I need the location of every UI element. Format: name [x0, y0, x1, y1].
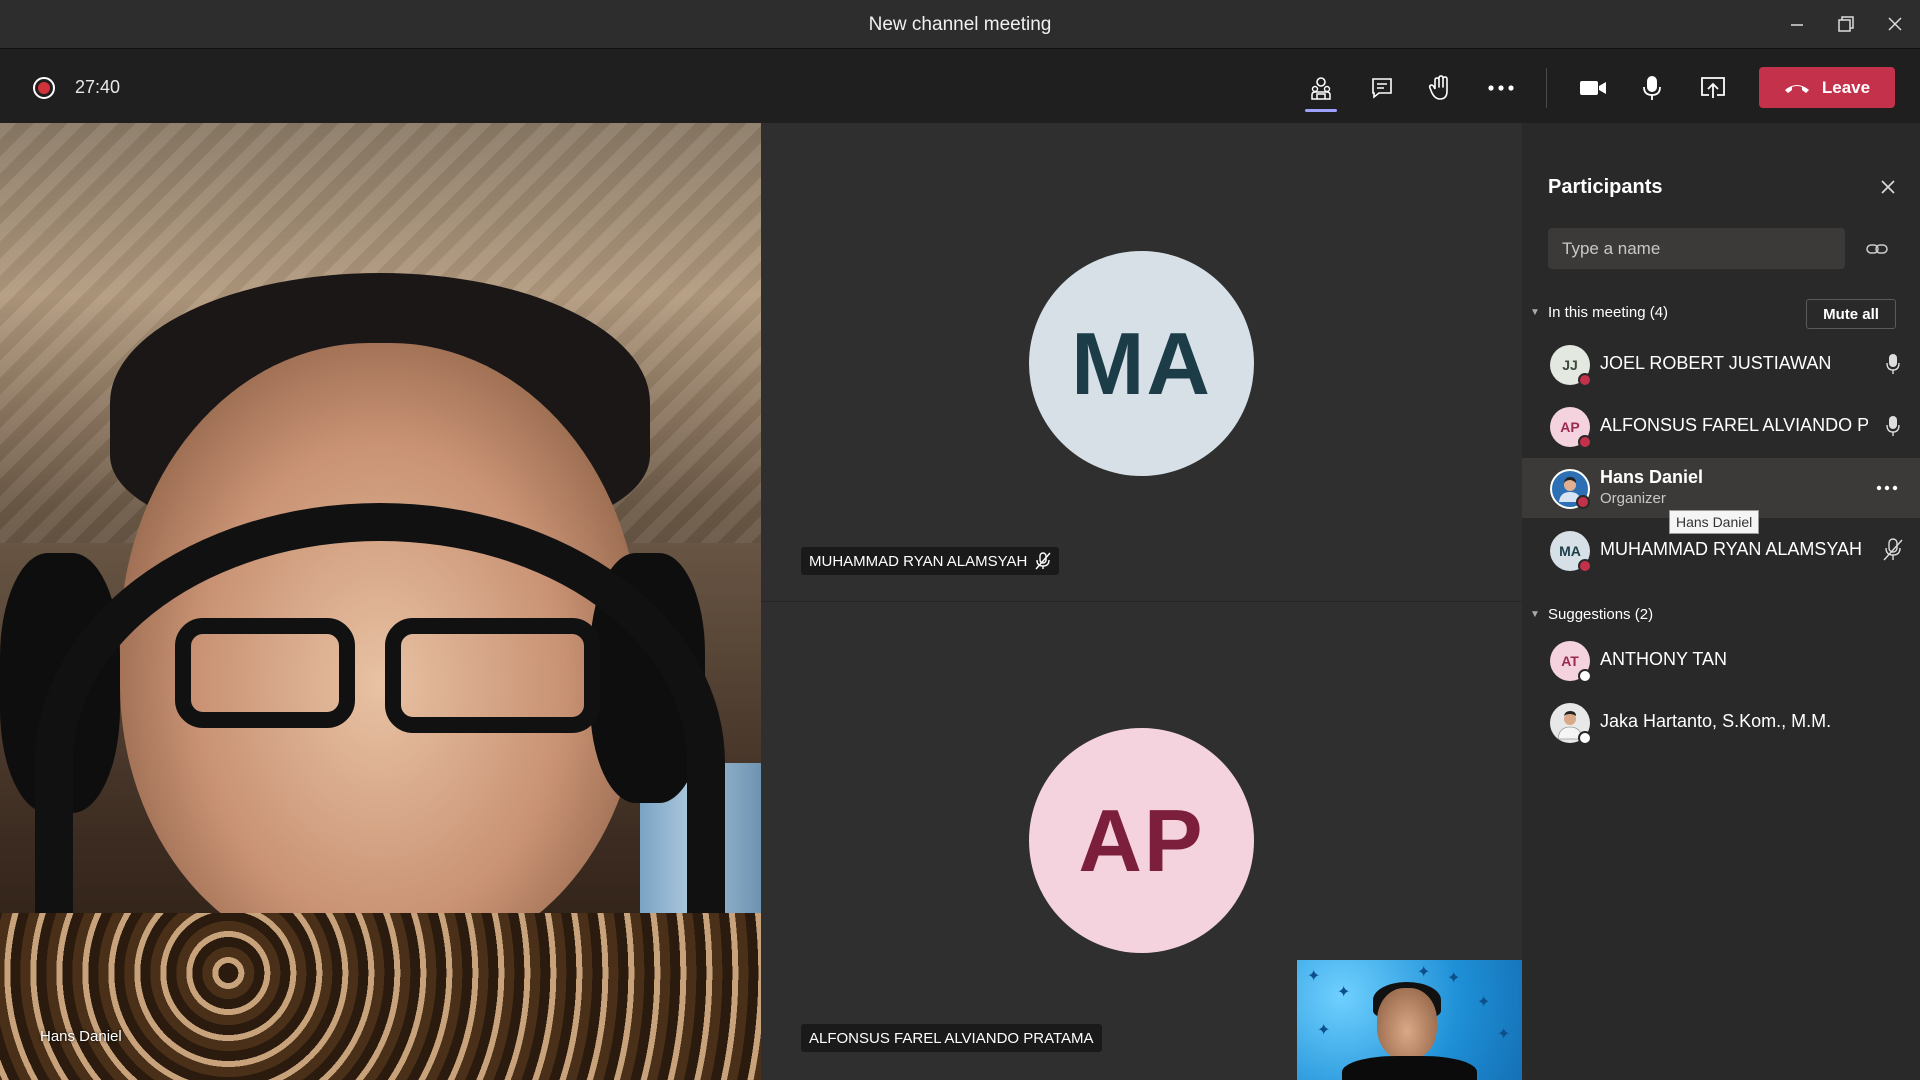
- mic-muted-icon: [1035, 552, 1051, 570]
- tile-name: MUHAMMAD RYAN ALAMSYAH: [809, 552, 1028, 570]
- participant-name: JOEL ROBERT JUSTIAWAN: [1600, 353, 1832, 373]
- recording-icon: [33, 77, 55, 99]
- show-participants-button[interactable]: [1299, 68, 1343, 112]
- microphone-icon: [1643, 76, 1661, 100]
- toolbar-divider: [1546, 68, 1547, 108]
- avatar: AP: [1029, 728, 1254, 953]
- restore-button[interactable]: [1831, 12, 1861, 36]
- main-video-name: Hans Daniel: [40, 1028, 122, 1045]
- tile-name-tag: MUHAMMAD RYAN ALAMSYAH: [801, 547, 1060, 575]
- tile-name: ALFONSUS FAREL ALVIANDO PRATAMA: [809, 1029, 1094, 1047]
- share-invite-button[interactable]: [1864, 237, 1890, 261]
- restore-icon: [1838, 16, 1854, 32]
- participant-name: Jaka Hartanto, S.Kom., M.M.: [1600, 711, 1832, 731]
- minimize-button[interactable]: [1782, 12, 1812, 36]
- chat-icon: [1372, 78, 1392, 99]
- title-bar: New channel meeting: [0, 0, 1920, 49]
- close-panel-button[interactable]: [1876, 175, 1900, 199]
- raise-hand-button[interactable]: [1418, 68, 1462, 108]
- window-title: New channel meeting: [868, 14, 1052, 35]
- participants-icon: [1311, 77, 1331, 100]
- minimize-icon: [1791, 24, 1803, 26]
- in-meeting-section-header[interactable]: ▼ In this meeting (4): [1530, 304, 1668, 321]
- suggestions-section-header[interactable]: ▼ Suggestions (2): [1530, 606, 1653, 623]
- close-icon: [1881, 180, 1895, 194]
- microphone-button[interactable]: [1630, 68, 1674, 108]
- avatar: JJ: [1550, 345, 1592, 387]
- close-icon: [1888, 17, 1902, 31]
- avatar: MA: [1029, 251, 1254, 476]
- status-badge: [1578, 731, 1592, 745]
- participant-list-item[interactable]: JJ JOEL ROBERT JUSTIAWAN: [1522, 334, 1920, 394]
- chevron-down-icon: ▼: [1530, 609, 1540, 620]
- participant-list-item[interactable]: Hans Daniel Organizer: [1522, 458, 1920, 518]
- status-badge: [1578, 559, 1592, 573]
- section-label: In this meeting (4): [1548, 304, 1669, 321]
- share-screen-icon: [1701, 77, 1725, 98]
- leave-button[interactable]: Leave: [1759, 67, 1895, 108]
- status-badge: [1578, 669, 1592, 683]
- participant-role: Organizer: [1600, 490, 1666, 507]
- participant-tile[interactable]: MA MUHAMMAD RYAN ALAMSYAH: [761, 123, 1522, 601]
- avatar: AP: [1550, 407, 1592, 449]
- status-badge: [1578, 373, 1592, 387]
- microphone-icon: [1886, 416, 1900, 436]
- mic-status: [1880, 536, 1906, 564]
- status-badge: [1576, 495, 1590, 509]
- mic-status: [1880, 350, 1906, 378]
- avatar: [1550, 703, 1592, 745]
- participant-more-button[interactable]: [1874, 474, 1900, 502]
- camera-button[interactable]: [1571, 68, 1615, 108]
- participant-list-item[interactable]: MA MUHAMMAD RYAN ALAMSYAH: [1522, 520, 1920, 580]
- participant-name: ALFONSUS FAREL ALVIANDO PR...: [1600, 415, 1868, 435]
- meeting-timer: 27:40: [75, 77, 121, 97]
- main-video-feed[interactable]: [0, 123, 761, 1080]
- hang-up-icon: [1784, 84, 1809, 93]
- microphone-icon: [1886, 354, 1900, 374]
- more-actions-button[interactable]: [1479, 68, 1523, 108]
- self-view-video[interactable]: ✦ ✦ ✦ ✦ ✦ ✦ ✦: [1297, 960, 1522, 1080]
- avatar: AT: [1550, 641, 1592, 683]
- suggestion-list-item[interactable]: Jaka Hartanto, S.Kom., M.M.: [1522, 692, 1920, 752]
- participants-panel: Participants ▼ In this meeting (4) Mute …: [1522, 123, 1920, 1080]
- mic-status: [1880, 412, 1906, 440]
- more-icon: [1488, 85, 1514, 91]
- participant-list-item[interactable]: AP ALFONSUS FAREL ALVIANDO PR...: [1522, 396, 1920, 456]
- chevron-down-icon: ▼: [1530, 307, 1540, 318]
- show-chat-button[interactable]: [1360, 68, 1404, 108]
- avatar: MA: [1550, 531, 1592, 573]
- avatar: [1550, 469, 1590, 509]
- section-label: Suggestions (2): [1548, 606, 1654, 623]
- leave-label: Leave: [1821, 77, 1871, 97]
- camera-icon: [1580, 81, 1606, 95]
- link-icon: [1866, 244, 1888, 254]
- participant-name: ANTHONY TAN: [1600, 649, 1728, 669]
- suggestion-list-item[interactable]: AT ANTHONY TAN: [1522, 630, 1920, 690]
- status-badge: [1578, 435, 1592, 449]
- tile-name-tag: ALFONSUS FAREL ALVIANDO PRATAMA: [801, 1024, 1102, 1052]
- mic-muted-icon: [1883, 538, 1903, 561]
- participant-name: Hans Daniel: [1600, 467, 1704, 487]
- participant-name: MUHAMMAD RYAN ALAMSYAH: [1600, 539, 1863, 559]
- more-icon: [1876, 485, 1898, 491]
- close-window-button[interactable]: [1880, 12, 1910, 36]
- hand-icon: [1428, 75, 1448, 100]
- panel-title: Participants: [1548, 176, 1663, 198]
- share-content-button[interactable]: [1691, 68, 1735, 108]
- search-input[interactable]: [1548, 228, 1845, 269]
- mute-all-button[interactable]: Mute all: [1806, 299, 1896, 329]
